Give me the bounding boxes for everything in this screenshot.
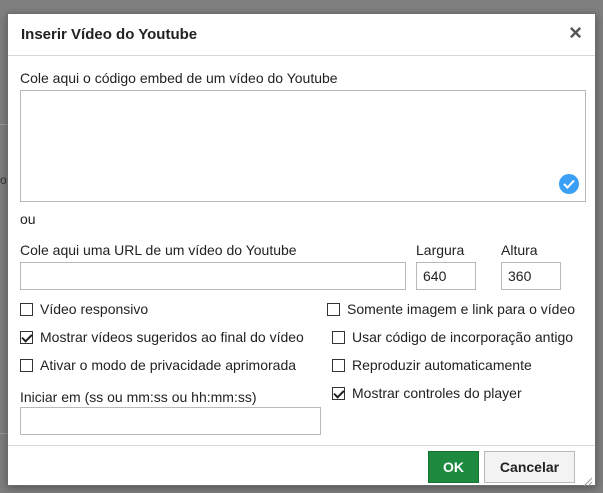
url-label: Cole aqui uma URL de um vídeo do Youtube xyxy=(20,242,297,258)
old-embed-code-label: Usar código de incorporação antigo xyxy=(352,329,574,345)
privacy-mode-option[interactable]: Ativar o modo de privacidade aprimorada xyxy=(20,357,296,373)
old-embed-code-option[interactable]: Usar código de incorporação antigo xyxy=(332,329,573,345)
suggested-videos-checkbox[interactable] xyxy=(20,330,33,344)
check-icon xyxy=(559,174,579,194)
close-icon[interactable]: × xyxy=(569,22,582,44)
url-input[interactable] xyxy=(20,262,406,290)
privacy-mode-checkbox[interactable] xyxy=(20,358,33,372)
autoplay-checkbox[interactable] xyxy=(332,358,345,372)
image-link-only-label: Somente imagem e link para o vídeo xyxy=(347,301,576,317)
old-embed-code-checkbox[interactable] xyxy=(332,330,345,344)
embed-label: Cole aqui o código embed de um vídeo do … xyxy=(20,70,338,86)
image-link-only-option[interactable]: Somente imagem e link para o vídeo xyxy=(327,301,575,317)
width-label: Largura xyxy=(416,242,465,258)
resize-grip-icon[interactable] xyxy=(581,474,593,487)
responsive-label: Vídeo responsivo xyxy=(40,301,149,317)
privacy-mode-label: Ativar o modo de privacidade aprimorada xyxy=(40,357,297,373)
width-input[interactable] xyxy=(416,262,476,290)
player-controls-option[interactable]: Mostrar controles do player xyxy=(332,385,522,401)
image-link-only-checkbox[interactable] xyxy=(327,302,340,316)
suggested-videos-option[interactable]: Mostrar vídeos sugeridos ao final do víd… xyxy=(20,329,304,345)
dialog-title: Inserir Vídeo do Youtube xyxy=(21,26,198,43)
height-label: Altura xyxy=(501,242,538,258)
youtube-dialog: Inserir Vídeo do Youtube × Cole aqui o c… xyxy=(7,13,596,487)
separator-text: ou xyxy=(20,211,36,227)
autoplay-label: Reproduzir automaticamente xyxy=(352,357,532,373)
suggested-videos-label: Mostrar vídeos sugeridos ao final do víd… xyxy=(40,329,304,345)
ok-button[interactable]: OK xyxy=(428,451,479,483)
start-time-label: Iniciar em (ss ou mm:ss ou hh:mm:ss) xyxy=(20,389,257,405)
height-input[interactable] xyxy=(501,262,561,290)
start-time-input[interactable] xyxy=(20,407,321,435)
embed-code-textarea[interactable] xyxy=(20,90,586,202)
autoplay-option[interactable]: Reproduzir automaticamente xyxy=(332,357,532,373)
dialog-header: Inserir Vídeo do Youtube × xyxy=(8,14,595,56)
player-controls-label: Mostrar controles do player xyxy=(352,385,522,401)
responsive-checkbox[interactable] xyxy=(20,302,33,316)
cancel-button[interactable]: Cancelar xyxy=(484,451,575,483)
player-controls-checkbox[interactable] xyxy=(332,386,345,400)
responsive-option[interactable]: Vídeo responsivo xyxy=(20,301,148,317)
